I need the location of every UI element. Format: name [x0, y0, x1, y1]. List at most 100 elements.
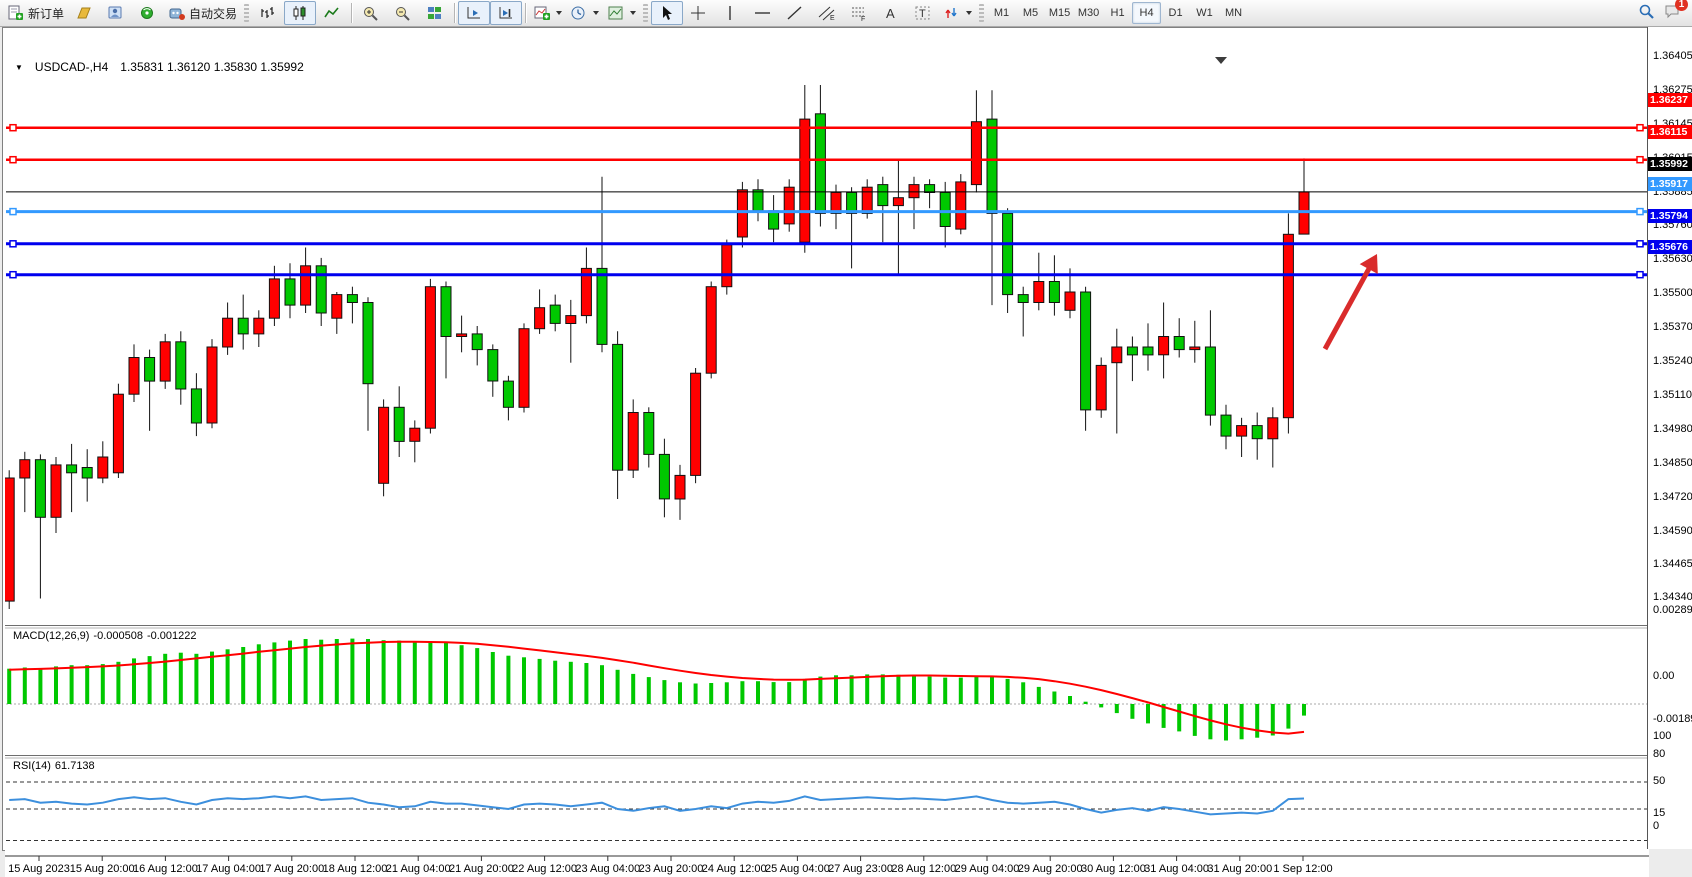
svg-text:23 Aug 04:00: 23 Aug 04:00 [575, 863, 640, 875]
svg-text:18 Aug 12:00: 18 Aug 12:00 [323, 863, 388, 875]
cursor-icon [658, 5, 676, 21]
rsi-tick-label: 50 [1653, 775, 1665, 787]
crosshair-button[interactable] [683, 1, 715, 25]
label-button[interactable]: T [907, 1, 939, 25]
toolbar-button-label: 新订单 [28, 5, 64, 22]
new-order-button[interactable]: 新订单 [3, 1, 68, 25]
line-handle[interactable] [1637, 125, 1643, 131]
periods-button[interactable] [566, 1, 603, 25]
cursor-button[interactable] [651, 1, 683, 25]
chevron-down-icon [630, 11, 636, 15]
svg-text:21 Aug 20:00: 21 Aug 20:00 [449, 863, 514, 875]
svg-text:15 Aug 20:00: 15 Aug 20:00 [70, 863, 135, 875]
chart-canvas[interactable]: 15 Aug 202315 Aug 20:0016 Aug 12:0017 Au… [5, 55, 1649, 877]
macd-tick-label: 0.002897 [1653, 604, 1692, 616]
text-button[interactable]: A [875, 1, 907, 25]
price-tick-label: 1.34980 [1653, 423, 1692, 435]
chart-window[interactable]: 15 Aug 202315 Aug 20:0016 Aug 12:0017 Au… [2, 27, 1648, 851]
ohlc-values: 1.35831 1.36120 1.35830 1.35992 [120, 60, 304, 74]
fibonacci-button[interactable]: F [843, 1, 875, 25]
indicators-button[interactable] [529, 1, 566, 25]
price-tick-label: 1.35500 [1653, 287, 1692, 299]
toolbar-button-M1[interactable]: M1 [987, 2, 1016, 24]
toolbar-button-D1[interactable]: D1 [1161, 2, 1190, 24]
zoom-out-icon [394, 5, 412, 21]
svg-text:29 Aug 20:00: 29 Aug 20:00 [1018, 863, 1083, 875]
notification-badge: 1 [1675, 0, 1688, 11]
auto-scroll-button[interactable] [458, 1, 490, 25]
candle-chart-icon [291, 5, 309, 21]
toolbar-button-MN[interactable]: MN [1219, 2, 1248, 24]
toolbar-separator [351, 3, 352, 23]
chart-shift-button[interactable] [490, 1, 522, 25]
toolbar-grip[interactable] [244, 4, 249, 22]
chart-background [5, 55, 1649, 877]
search-button[interactable] [1638, 3, 1656, 24]
zoom-in-button[interactable] [355, 1, 387, 25]
autotrading-button[interactable]: 自动交易 [164, 1, 241, 25]
line-handle[interactable] [10, 241, 16, 247]
search-icon [1638, 3, 1656, 19]
toolbar-button-H4[interactable]: H4 [1132, 2, 1161, 24]
templates-button[interactable] [603, 1, 640, 25]
macd-tick-label: 0.00 [1653, 670, 1674, 682]
channel-button[interactable]: E [811, 1, 843, 25]
toolbar-button-M30[interactable]: M30 [1074, 2, 1103, 24]
tile-windows-icon [426, 5, 444, 21]
svg-text:F: F [861, 16, 865, 21]
line-handle[interactable] [10, 157, 16, 163]
toolbar-grip[interactable] [643, 4, 648, 22]
chevron-down-icon [966, 11, 972, 15]
profiles-button[interactable] [68, 1, 100, 25]
toolbar-button-W1[interactable]: W1 [1190, 2, 1219, 24]
bar-chart-button[interactable] [252, 1, 284, 25]
price-tick-label: 1.35370 [1653, 321, 1692, 333]
toolbar-button-M5[interactable]: M5 [1016, 2, 1045, 24]
svg-text:E: E [830, 15, 835, 21]
vline-icon [722, 5, 740, 21]
profiles-icon [75, 5, 93, 21]
chevron-down-icon [593, 11, 599, 15]
signals-button[interactable] [132, 1, 164, 25]
svg-text:28 Aug 12:00: 28 Aug 12:00 [891, 863, 956, 875]
line-handle[interactable] [10, 209, 16, 215]
svg-text:21 Aug 04:00: 21 Aug 04:00 [386, 863, 451, 875]
line-handle[interactable] [10, 272, 16, 278]
candle-chart-button[interactable] [284, 1, 316, 25]
trendline-button[interactable] [779, 1, 811, 25]
line-handle[interactable] [1637, 241, 1643, 247]
signals-icon [139, 5, 157, 21]
chart-dropdown-icon[interactable]: ▼ [15, 63, 23, 72]
line-handle[interactable] [1637, 157, 1643, 163]
svg-text:A: A [886, 6, 895, 21]
data-window-icon [107, 5, 125, 21]
chevron-down-icon [556, 11, 562, 15]
zoom-out-button[interactable] [387, 1, 419, 25]
svg-text:30 Aug 12:00: 30 Aug 12:00 [1081, 863, 1146, 875]
price-axis[interactable]: 1.364051.362751.361451.360151.358851.357… [1647, 27, 1692, 849]
toolbar-button-M15[interactable]: M15 [1045, 2, 1074, 24]
vertical-line-button[interactable] [715, 1, 747, 25]
line-chart-button[interactable] [316, 1, 348, 25]
current-price-badge: 1.35992 [1648, 157, 1692, 171]
horizontal-line-button[interactable] [747, 1, 779, 25]
toolbar-button-H1[interactable]: H1 [1103, 2, 1132, 24]
data-window-button[interactable] [100, 1, 132, 25]
rsi-tick-label: 80 [1653, 748, 1665, 760]
price-tick-label: 1.34850 [1653, 457, 1692, 469]
svg-text:23 Aug 20:00: 23 Aug 20:00 [639, 863, 704, 875]
label-icon: T [914, 5, 932, 21]
toolbar-button-label: 自动交易 [189, 5, 237, 22]
bar-chart-icon [259, 5, 277, 21]
tile-windows-button[interactable] [419, 1, 451, 25]
rsi-label: RSI(14)61.7138 [13, 760, 99, 772]
line-handle[interactable] [1637, 272, 1643, 278]
line-handle[interactable] [10, 125, 16, 131]
shapes-button[interactable] [939, 1, 976, 25]
svg-text:15 Aug 2023: 15 Aug 2023 [8, 863, 70, 875]
auto-scroll-icon [465, 5, 483, 21]
toolbar-grip[interactable] [979, 4, 984, 22]
chat-button[interactable]: 1 [1664, 3, 1682, 24]
svg-text:25 Aug 04:00: 25 Aug 04:00 [765, 863, 830, 875]
line-handle[interactable] [1637, 209, 1643, 215]
